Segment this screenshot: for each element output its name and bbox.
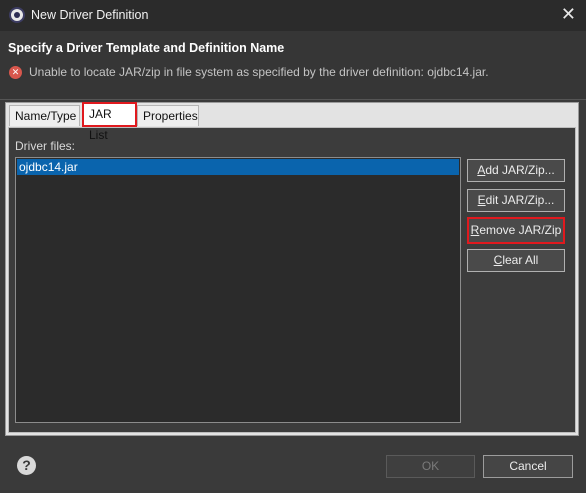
title-bar: New Driver Definition ✕ xyxy=(0,0,586,31)
driver-files-list[interactable]: ojdbc14.jar xyxy=(15,157,461,423)
clear-all-label: lear All xyxy=(502,253,539,267)
remove-jar-button[interactable]: Remove JAR/Zip xyxy=(467,217,565,244)
list-item[interactable]: ojdbc14.jar xyxy=(17,159,459,175)
ok-button[interactable]: OK xyxy=(386,455,475,478)
tab-name-type[interactable]: Name/Type xyxy=(9,105,80,126)
help-icon[interactable]: ? xyxy=(17,456,36,475)
eclipse-icon xyxy=(9,7,25,23)
edit-jar-label: dit JAR/Zip... xyxy=(485,193,555,207)
clear-all-mnemonic: C xyxy=(493,253,503,267)
driver-files-label: Driver files: xyxy=(15,139,76,153)
edit-jar-mnemonic: E xyxy=(477,193,486,207)
header-banner: Specify a Driver Template and Definition… xyxy=(0,31,586,99)
cancel-button[interactable]: Cancel xyxy=(483,455,573,478)
close-icon[interactable]: ✕ xyxy=(561,4,576,24)
edit-jar-button[interactable]: Edit JAR/Zip... xyxy=(467,189,565,212)
add-jar-button[interactable]: Add JAR/Zip... xyxy=(467,159,565,182)
clear-all-button[interactable]: Clear All xyxy=(467,249,565,272)
error-message: Unable to locate JAR/zip in file system … xyxy=(29,65,489,79)
remove-jar-mnemonic: R xyxy=(470,223,480,237)
page-title: Specify a Driver Template and Definition… xyxy=(8,41,285,55)
dialog-window: New Driver Definition ✕ Specify a Driver… xyxy=(0,0,586,493)
add-jar-label: dd JAR/Zip... xyxy=(485,163,555,177)
tab-properties[interactable]: Properties xyxy=(137,105,199,126)
header-separator xyxy=(0,99,586,100)
tab-jar-list[interactable]: JAR List xyxy=(82,102,137,142)
window-title: New Driver Definition xyxy=(31,8,149,22)
remove-jar-label: emove JAR/Zip xyxy=(479,223,562,237)
error-icon: ✕ xyxy=(9,66,22,79)
